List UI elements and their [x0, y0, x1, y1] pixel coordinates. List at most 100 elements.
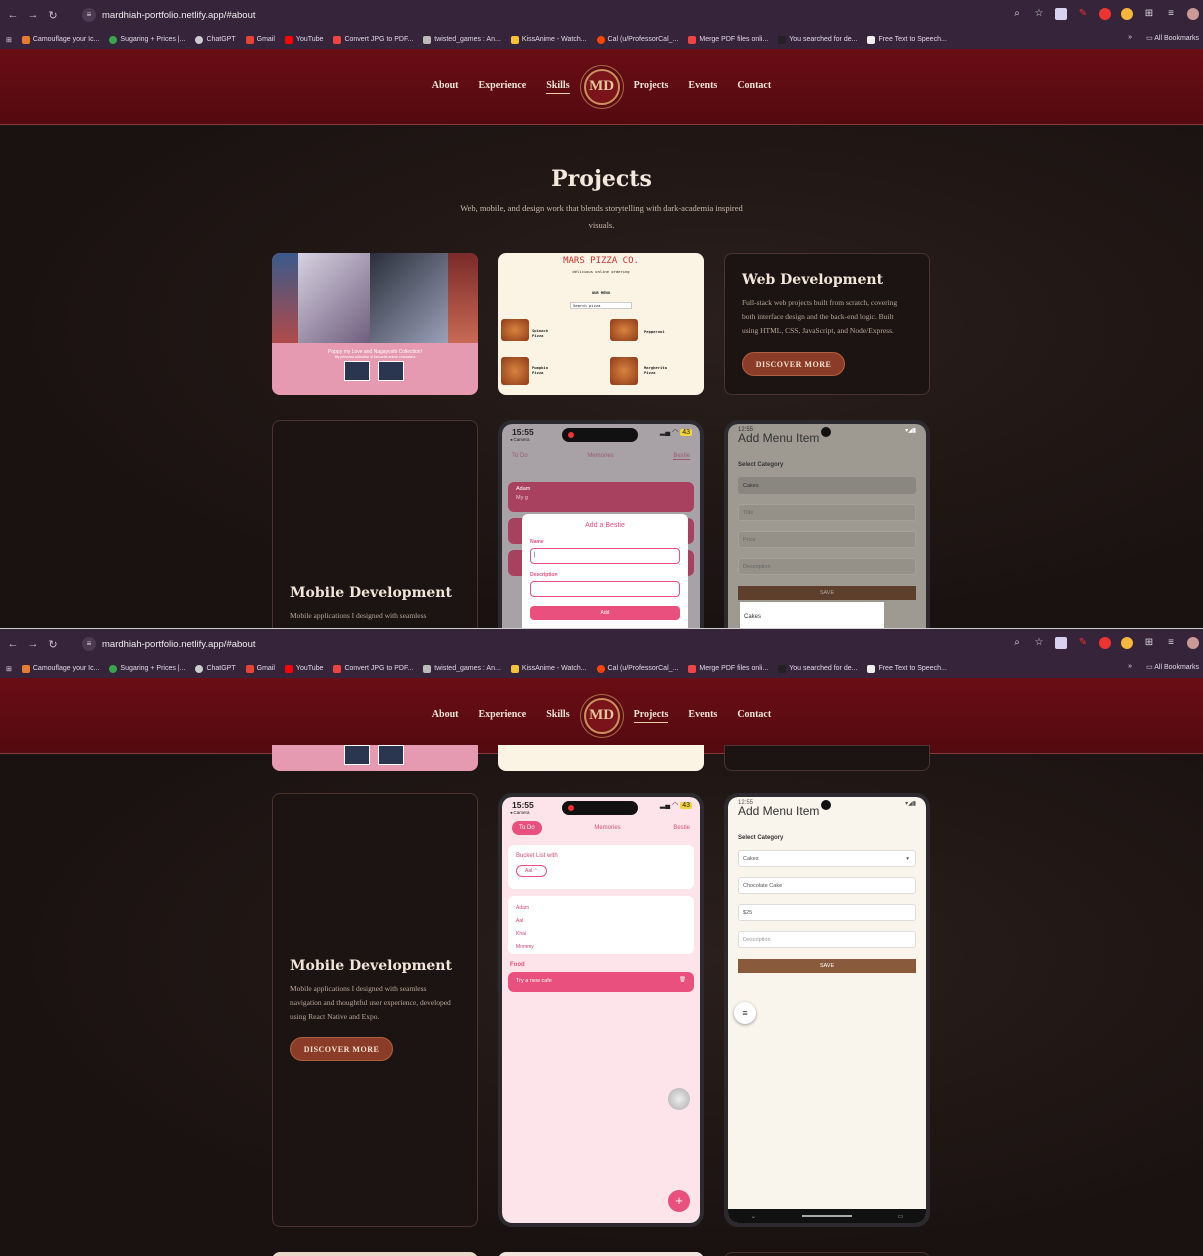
extension-icon[interactable]: ✎: [1077, 637, 1089, 649]
bookmark-item[interactable]: Convert JPG to PDF...: [333, 664, 413, 673]
project-card-anime[interactable]: Poppy my Love and Nagayoshi Collection! …: [272, 253, 478, 395]
project-card-pizza[interactable]: MARS PIZZA CO. delicious online ordering…: [498, 253, 704, 395]
extension-icon[interactable]: [1055, 637, 1067, 649]
dropdown-option[interactable]: Aal: [516, 915, 686, 928]
all-bookmarks[interactable]: ▭ All Bookmarks: [1146, 34, 1199, 42]
next-project-card[interactable]: [498, 1252, 704, 1256]
title-input[interactable]: Title: [738, 504, 916, 521]
bookmark-item[interactable]: Camouflage your Ic...: [21, 664, 99, 673]
home-indicator[interactable]: [801, 1215, 852, 1217]
bookmark-item[interactable]: You searched for de...: [778, 664, 857, 673]
nav-events[interactable]: Events: [688, 80, 717, 93]
bookmark-item[interactable]: Sugaring + Prices |...: [109, 664, 185, 673]
trash-icon[interactable]: 🗑: [679, 977, 686, 983]
bookmark-item[interactable]: twisted_games : An...: [423, 664, 501, 673]
site-info-icon[interactable]: ≡: [82, 8, 96, 22]
bookmark-item[interactable]: Gmail: [245, 35, 275, 44]
add-button[interactable]: Add: [530, 606, 680, 620]
reload-icon[interactable]: ↻: [46, 9, 60, 22]
nav-contact[interactable]: Contact: [737, 80, 771, 93]
back-icon[interactable]: ←: [6, 638, 20, 650]
profile-icon[interactable]: [1187, 8, 1199, 20]
nav-events[interactable]: Events: [688, 709, 717, 722]
profile-icon[interactable]: [1187, 637, 1199, 649]
price-input[interactable]: $25: [738, 904, 916, 921]
star-icon[interactable]: ☆: [1033, 8, 1045, 20]
bookmark-item[interactable]: twisted_games : An...: [423, 35, 501, 44]
bestie-row[interactable]: Adam My g: [508, 482, 694, 512]
tab-bestie[interactable]: Bestie: [673, 453, 690, 460]
bookmark-item[interactable]: Gmail: [245, 664, 275, 673]
task-row[interactable]: Try a new cafe 🗑: [508, 972, 694, 992]
tab-memories[interactable]: Memories: [587, 453, 613, 460]
bookmark-item[interactable]: Merge PDF files onli...: [688, 664, 768, 673]
bookmark-item[interactable]: Convert JPG to PDF...: [333, 35, 413, 44]
bestie-chip[interactable]: Aal ⌃: [516, 865, 547, 877]
extension-icon[interactable]: [1121, 8, 1133, 20]
title-input[interactable]: Chocolate Cake: [738, 877, 916, 894]
bookmark-item[interactable]: ChatGPT: [195, 664, 236, 673]
save-button[interactable]: SAVE: [738, 586, 916, 600]
bookmark-item[interactable]: KissAnime - Watch...: [510, 664, 587, 673]
zoom-icon[interactable]: ⌕: [1011, 637, 1023, 649]
bookmark-item[interactable]: YouTube: [284, 35, 323, 44]
chevron-down-icon[interactable]: ⌄: [751, 1213, 756, 1220]
project-card-menu-app[interactable]: 12:55 ▾◢▮ Add Menu Item Select Category …: [724, 420, 930, 628]
bookmark-item[interactable]: Free Text to Speech...: [867, 35, 947, 44]
puzzle-icon[interactable]: ⊞: [1143, 637, 1155, 649]
menu-icon[interactable]: ≡: [734, 1002, 756, 1024]
bookmark-item[interactable]: You searched for de...: [778, 35, 857, 44]
bookmark-item[interactable]: ChatGPT: [195, 35, 236, 44]
extension-icon[interactable]: [1099, 8, 1111, 20]
puzzle-icon[interactable]: ⊞: [1143, 8, 1155, 20]
project-card-anime[interactable]: [272, 745, 478, 771]
nav-experience[interactable]: Experience: [478, 709, 526, 722]
address-bar[interactable]: ≡ mardhiah-portfolio.netlify.app/#about: [76, 634, 956, 654]
bookmark-item[interactable]: KissAnime - Watch...: [510, 35, 587, 44]
save-button[interactable]: SAVE: [738, 959, 916, 973]
bookmark-item[interactable]: Camouflage your Ic...: [21, 35, 99, 44]
nav-about[interactable]: About: [432, 709, 459, 722]
address-bar[interactable]: ≡ mardhiah-portfolio.netlify.app/#about: [76, 5, 956, 25]
description-input[interactable]: Description: [738, 558, 916, 575]
category-select[interactable]: Cakes ▾: [738, 850, 916, 867]
category-dropdown[interactable]: Cakes: [740, 602, 884, 628]
extension-icon[interactable]: ✎: [1077, 8, 1089, 20]
bookmarks-overflow[interactable]: »: [1128, 663, 1132, 671]
extension-icon[interactable]: [1121, 637, 1133, 649]
tab-todo[interactable]: To Do: [512, 453, 528, 460]
discover-more-button[interactable]: DISCOVER MORE: [742, 352, 845, 376]
nav-projects[interactable]: Projects: [634, 80, 669, 93]
dropdown-option[interactable]: Mommy: [516, 941, 686, 954]
reload-icon[interactable]: ↻: [46, 638, 60, 651]
zoom-icon[interactable]: ⌕: [1011, 8, 1023, 20]
dropdown-option[interactable]: Cakes: [744, 614, 761, 620]
nav-contact[interactable]: Contact: [737, 709, 771, 722]
media-icon[interactable]: ≡: [1165, 637, 1177, 649]
nav-skills[interactable]: Skills: [546, 709, 569, 722]
add-fab-icon[interactable]: +: [668, 1190, 690, 1212]
bookmarks-overflow[interactable]: »: [1128, 34, 1132, 42]
bookmark-item[interactable]: Cal (u/ProfessorCal_...: [596, 664, 678, 673]
project-card-bestie-app[interactable]: 15:55 ◂ Camera ▂▄ ◠ 43 To Do Memories Be…: [498, 793, 704, 1227]
extension-icon[interactable]: [1099, 637, 1111, 649]
logo[interactable]: MD: [583, 68, 620, 105]
keyboard-icon[interactable]: ▭: [897, 1213, 903, 1220]
back-icon[interactable]: ←: [6, 9, 20, 21]
project-card-menu-app[interactable]: 12:55 ▾◢▮ Add Menu Item Select Category …: [724, 793, 930, 1227]
apps-icon[interactable]: ⊞: [6, 36, 12, 44]
bookmark-item[interactable]: Cal (u/ProfessorCal_...: [596, 35, 678, 44]
project-card-pizza[interactable]: [498, 745, 704, 771]
all-bookmarks[interactable]: ▭ All Bookmarks: [1146, 663, 1199, 671]
discover-more-button[interactable]: DISCOVER MORE: [290, 1037, 393, 1061]
nav-about[interactable]: About: [432, 80, 459, 93]
bookmark-item[interactable]: Merge PDF files onli...: [688, 35, 768, 44]
dropdown-option[interactable]: Adam: [516, 902, 686, 915]
price-input[interactable]: Price: [738, 531, 916, 548]
bookmark-item[interactable]: YouTube: [284, 664, 323, 673]
nav-skills[interactable]: Skills: [546, 80, 570, 94]
tab-memories[interactable]: Memories: [594, 821, 620, 835]
nav-experience[interactable]: Experience: [478, 80, 526, 93]
bookmark-item[interactable]: Free Text to Speech...: [867, 664, 947, 673]
pizza-search[interactable]: Search pizza: [570, 302, 632, 309]
